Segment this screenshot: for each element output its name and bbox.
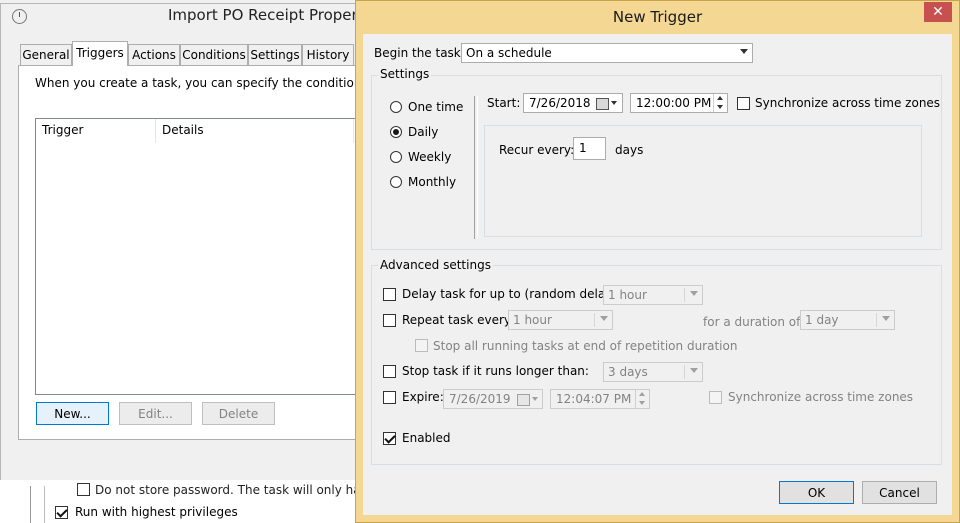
repeat-interval-select[interactable]: 1 hour [508, 310, 613, 330]
radio-daily-label: Daily [408, 125, 439, 139]
expire-sync-checkbox[interactable] [709, 391, 722, 404]
divider [684, 288, 685, 302]
do-not-store-password-checkbox[interactable] [77, 483, 90, 496]
cancel-button[interactable]: Cancel [862, 481, 937, 504]
stop-longer-value: 3 days [608, 365, 648, 379]
calendar-icon [517, 394, 530, 406]
duration-select[interactable]: 1 day [800, 310, 895, 330]
repeat-task-checkbox[interactable] [383, 314, 396, 327]
run-highest-privileges-label: Run with highest privileges [75, 505, 238, 519]
sync-time-zones-label: Synchronize across time zones [755, 96, 941, 110]
time-spinner[interactable] [635, 390, 649, 408]
start-time-field[interactable]: 12:00:00 PM [630, 93, 728, 113]
radio-monthly-label: Monthly [408, 175, 457, 189]
settings-group-label: Settings [378, 67, 432, 81]
tab-triggers[interactable]: Triggers [72, 41, 128, 66]
recur-days-input[interactable]: 1 [573, 137, 606, 160]
spin-down-icon [639, 401, 645, 405]
delete-trigger-button[interactable]: Delete [202, 402, 275, 425]
radio-monthly[interactable] [390, 176, 402, 188]
divider [684, 365, 685, 379]
delay-task-label: Delay task for up to (random delay): [402, 287, 622, 301]
expire-label: Expire: [402, 390, 444, 404]
divider [30, 486, 31, 523]
spin-up-icon [717, 96, 723, 100]
duration-label: for a duration of: [703, 315, 804, 329]
chevron-down-icon [882, 316, 890, 321]
advanced-settings-label: Advanced settings [378, 258, 493, 272]
close-icon[interactable]: ✕ [924, 2, 952, 22]
expire-checkbox[interactable] [383, 391, 396, 404]
new-trigger-button[interactable]: New... [36, 402, 109, 425]
divider [44, 486, 45, 523]
triggers-intro-text: When you create a task, you can specify … [35, 76, 410, 90]
expire-time-field[interactable]: 12:04:07 PM [550, 389, 650, 409]
stop-running-tasks-checkbox[interactable] [415, 339, 428, 352]
recur-unit-label: days [615, 143, 644, 157]
delay-task-checkbox[interactable] [383, 288, 396, 301]
run-highest-privileges-checkbox[interactable] [55, 506, 68, 519]
tab-history[interactable]: History [302, 44, 354, 65]
spin-up-icon [639, 392, 645, 396]
sync-time-zones-checkbox[interactable] [737, 97, 750, 110]
tab-settings[interactable]: Settings [248, 44, 302, 65]
tab-conditions[interactable]: Conditions [180, 44, 248, 65]
expire-date-picker[interactable]: 7/26/2019 [443, 389, 543, 409]
radio-one-time-label: One time [408, 100, 464, 114]
edit-trigger-button[interactable]: Edit... [119, 402, 192, 425]
settings-divider [474, 96, 478, 239]
begin-task-label: Begin the task: [374, 46, 465, 60]
chevron-down-icon [611, 101, 617, 105]
start-label: Start: [487, 96, 521, 110]
column-header-details[interactable]: Details [156, 119, 354, 143]
chevron-down-icon [600, 316, 608, 321]
radio-daily[interactable] [390, 126, 402, 138]
start-time-value: 12:00:00 PM [636, 96, 712, 110]
stop-longer-checkbox[interactable] [383, 365, 396, 378]
begin-task-value: On a schedule [466, 46, 552, 60]
enabled-label: Enabled [402, 431, 451, 445]
enabled-checkbox[interactable] [383, 432, 396, 445]
spin-down-icon [717, 105, 723, 109]
start-date-picker[interactable]: 7/26/2018 [523, 93, 623, 113]
divider [876, 313, 877, 327]
clock-icon [12, 9, 27, 24]
do-not-store-password-label: Do not store password. The task will onl… [95, 483, 393, 497]
calendar-icon [596, 98, 609, 110]
delay-value: 1 hour [608, 288, 647, 302]
radio-weekly-label: Weekly [408, 150, 452, 164]
chevron-down-icon [690, 368, 698, 373]
expire-sync-label: Synchronize across time zones [728, 390, 914, 404]
start-date-value: 7/26/2018 [529, 96, 591, 110]
radio-weekly[interactable] [390, 151, 402, 163]
time-spinner[interactable] [713, 94, 727, 112]
dialog-title: New Trigger [612, 8, 703, 26]
divider [594, 313, 595, 327]
expire-date-value: 7/26/2019 [449, 392, 511, 406]
recurrence-panel [484, 125, 922, 237]
radio-one-time[interactable] [390, 101, 402, 113]
tab-actions[interactable]: Actions [128, 44, 180, 65]
stop-running-tasks-label: Stop all running tasks at end of repetit… [433, 339, 738, 353]
ok-button[interactable]: OK [779, 481, 854, 504]
properties-title: Import PO Receipt Properties [168, 6, 385, 24]
chevron-down-icon [532, 397, 538, 401]
chevron-down-icon [740, 49, 748, 54]
repeat-interval-value: 1 hour [513, 313, 552, 327]
duration-value: 1 day [805, 313, 839, 327]
recur-every-label: Recur every: [499, 143, 575, 157]
chevron-down-icon [690, 291, 698, 296]
column-header-trigger[interactable]: Trigger [36, 119, 156, 143]
tab-general[interactable]: General [20, 44, 72, 65]
stop-longer-label: Stop task if it runs longer than: [402, 364, 589, 378]
properties-title-bar: Import PO Receipt Properties [12, 6, 385, 30]
begin-task-select[interactable]: On a schedule [461, 43, 753, 63]
delay-select[interactable]: 1 hour [603, 285, 703, 305]
expire-time-value: 12:04:07 PM [556, 392, 632, 406]
trigger-list[interactable] [35, 118, 365, 395]
repeat-task-label: Repeat task every: [402, 313, 515, 327]
stop-longer-select[interactable]: 3 days [603, 362, 703, 382]
